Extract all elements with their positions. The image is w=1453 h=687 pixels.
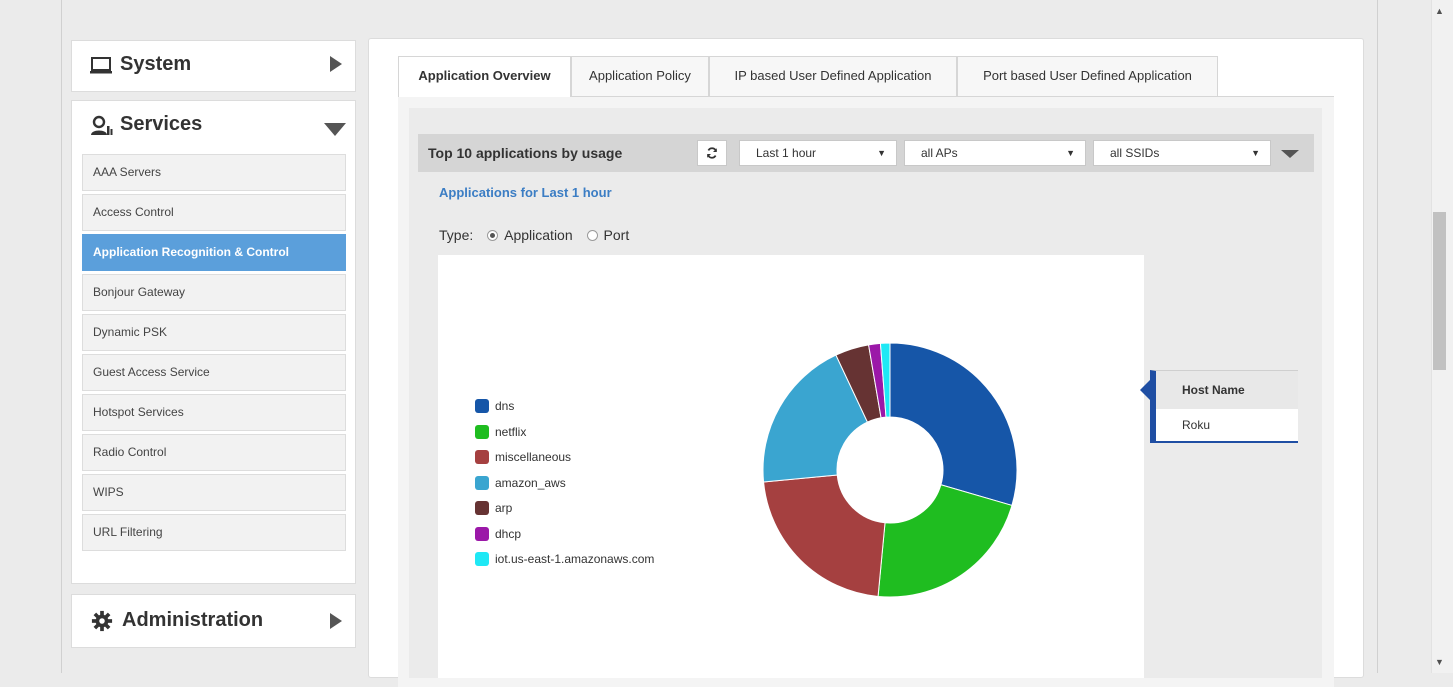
- scrollbar-thumb[interactable]: [1433, 212, 1446, 370]
- chart-subtitle: Applications for Last 1 hour: [439, 185, 612, 200]
- tab-application-policy[interactable]: Application Policy: [571, 56, 709, 96]
- ap-value: all APs: [921, 146, 958, 160]
- legend-swatch: [475, 475, 489, 490]
- tooltip-value: Roku: [1182, 418, 1211, 432]
- laptop-icon: [90, 57, 112, 74]
- services-users-icon: [91, 115, 113, 135]
- nav-system-label: System: [120, 53, 192, 75]
- sidebar-item-hotspot-services[interactable]: Hotspot Services: [82, 394, 346, 431]
- donut-slice-dns[interactable]: [889, 342, 1018, 507]
- legend-swatch: [475, 552, 489, 566]
- time-range-select[interactable]: Last 1 hour ▼: [739, 140, 897, 166]
- radio-application-label[interactable]: Application: [504, 227, 573, 243]
- nav-section-administration[interactable]: Administration: [71, 594, 356, 648]
- expand-arrow-right-icon[interactable]: [330, 613, 342, 629]
- legend-label: dns: [495, 399, 515, 413]
- sidebar-item-url-filtering[interactable]: URL Filtering: [82, 514, 346, 551]
- refresh-icon: [707, 147, 717, 159]
- frame-border-right: [1377, 0, 1378, 673]
- legend-swatch: [475, 450, 489, 464]
- nav-administration-header[interactable]: Administration: [72, 595, 355, 647]
- legend-label: amazon_aws: [495, 475, 566, 490]
- right-gutter: [1378, 0, 1431, 673]
- sidebar-item-radio-control[interactable]: Radio Control: [82, 434, 346, 471]
- sidebar-item-bonjour-gateway[interactable]: Bonjour Gateway: [82, 274, 346, 311]
- tab-port-based-user-defined-application[interactable]: Port based User Defined Application: [957, 56, 1218, 96]
- legend-swatch: [475, 424, 489, 439]
- toolbar-title: Top 10 applications by usage: [428, 145, 623, 161]
- nav-services-label: Services: [120, 113, 203, 135]
- ap-select[interactable]: all APs ▼: [904, 140, 1086, 166]
- sidebar-item-guest-access-service[interactable]: Guest Access Service: [82, 354, 346, 391]
- donut-slice-miscellaneous[interactable]: [763, 474, 886, 597]
- sidebar-item-aaa-servers[interactable]: AAA Servers: [82, 154, 346, 191]
- type-label: Type:: [439, 227, 474, 243]
- legend-label: miscellaneous: [495, 450, 572, 464]
- legend-label: arp: [495, 501, 513, 515]
- nav-system-header[interactable]: System: [72, 41, 355, 93]
- host-name-tooltip: Host Name Roku: [1150, 370, 1298, 443]
- legend-swatch: [475, 399, 489, 413]
- tooltip-header: Host Name: [1156, 371, 1298, 409]
- scroll-down-arrow-icon[interactable]: ▼: [1433, 657, 1446, 667]
- legend-swatch: [475, 501, 489, 515]
- dropdown-caret-icon: ▼: [877, 148, 886, 158]
- refresh-button[interactable]: [697, 140, 727, 166]
- radio-port-label[interactable]: Port: [604, 227, 630, 243]
- donut-chart[interactable]: [760, 340, 1020, 600]
- ssid-select[interactable]: all SSIDs ▼: [1093, 140, 1271, 166]
- radio-port[interactable]: [586, 230, 598, 241]
- ssid-value: all SSIDs: [1110, 146, 1160, 160]
- sidebar-item-wips[interactable]: WIPS: [82, 474, 346, 511]
- collapse-arrow-down-icon[interactable]: [324, 123, 346, 136]
- legend-label: iot.us-east-1.amazonaws.com: [495, 552, 655, 566]
- dropdown-caret-icon: ▼: [1066, 148, 1075, 158]
- sidebar-item-dynamic-psk[interactable]: Dynamic PSK: [82, 314, 346, 351]
- tab-application-overview[interactable]: Application Overview: [398, 56, 571, 97]
- sidebar-item-access-control[interactable]: Access Control: [82, 194, 346, 231]
- gear-icon: [91, 610, 113, 632]
- legend-label: dhcp: [495, 526, 522, 541]
- dropdown-caret-icon: ▼: [1251, 148, 1260, 158]
- nav-services-header[interactable]: Services: [72, 101, 355, 153]
- legend-swatch: [475, 526, 489, 541]
- tab-ip-based-user-defined-application[interactable]: IP based User Defined Application: [709, 56, 957, 96]
- nav-section-system[interactable]: System: [71, 40, 356, 92]
- tooltip-pointer: [1140, 380, 1150, 400]
- donut-slice-netflix[interactable]: [877, 484, 1013, 598]
- collapse-panel-caret-icon[interactable]: [1281, 150, 1299, 158]
- nav-administration-label: Administration: [122, 609, 264, 631]
- frame-border-left: [61, 0, 62, 673]
- scroll-up-arrow-icon[interactable]: ▲: [1433, 6, 1446, 16]
- expand-arrow-right-icon[interactable]: [330, 56, 342, 72]
- type-selector: Type: Application Port: [439, 227, 629, 243]
- legend-label: netflix: [495, 424, 527, 439]
- radio-application[interactable]: [487, 230, 499, 241]
- time-range-value: Last 1 hour: [756, 146, 817, 160]
- sidebar-item-application-recognition-control[interactable]: Application Recognition & Control: [82, 234, 346, 271]
